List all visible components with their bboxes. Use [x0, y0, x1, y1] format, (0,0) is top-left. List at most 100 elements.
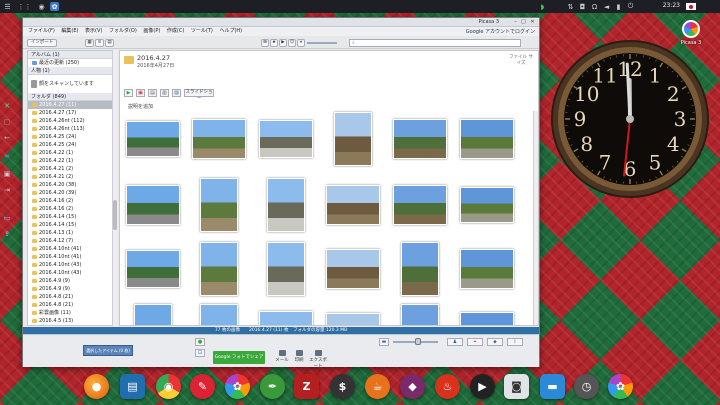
- photo-thumbnail[interactable]: [460, 119, 514, 159]
- filter-face-icon[interactable]: ☺: [288, 39, 296, 47]
- photo-thumbnail[interactable]: [134, 304, 172, 325]
- play-slideshow-icon[interactable]: ▶: [124, 89, 133, 97]
- screenshot-icon[interactable]: ◙: [504, 374, 529, 399]
- album-scrollbar[interactable]: [533, 111, 538, 325]
- maximize-icon[interactable]: □: [520, 19, 527, 25]
- google-signin-link[interactable]: Google アカウントでログイン: [466, 28, 535, 35]
- scrollbar-thumb[interactable]: [113, 200, 117, 230]
- sidebar-folder-item[interactable]: 2016.4.14 (15): [28, 213, 116, 221]
- upload-icon[interactable]: ▣: [136, 89, 145, 97]
- network-icon[interactable]: ⇅: [566, 2, 575, 11]
- sidebar-folder-item[interactable]: 2016.4.25 (24): [28, 141, 116, 149]
- files-icon[interactable]: ▤: [120, 374, 145, 399]
- japan-flag-icon[interactable]: [686, 3, 696, 10]
- fire-icon[interactable]: ♨: [435, 374, 460, 399]
- photo-thumbnail[interactable]: [401, 304, 439, 325]
- inkscape-icon[interactable]: ◆: [400, 374, 425, 399]
- photo-thumbnail[interactable]: [326, 185, 380, 225]
- terminal-icon[interactable]: $: [330, 374, 355, 399]
- photo-thumbnail[interactable]: [460, 312, 514, 325]
- grid-icon[interactable]: ⋮⋮: [18, 2, 32, 11]
- filter-geo-icon[interactable]: ⌖: [297, 39, 305, 47]
- minimize-icon[interactable]: –: [512, 19, 519, 25]
- photo-thumbnail[interactable]: [200, 178, 238, 232]
- menu-edit[interactable]: 編集(E): [61, 27, 78, 36]
- menu-create[interactable]: 作成(C): [167, 27, 184, 36]
- grid-view-icon[interactable]: ▦: [85, 39, 94, 47]
- pencil-icon[interactable]: ✎: [190, 374, 215, 399]
- photo-thumbnail[interactable]: [200, 242, 238, 296]
- sidebar-folder-item[interactable]: 2016.4.20 (38): [28, 181, 116, 189]
- zoom-out-icon[interactable]: ▬: [379, 338, 389, 346]
- location-icon[interactable]: ⌖: [467, 338, 483, 346]
- analog-clock-widget[interactable]: 1234567891011 12: [549, 38, 711, 200]
- menu-file[interactable]: ファイル(F): [28, 27, 55, 36]
- picasa-icon[interactable]: ✿: [608, 374, 633, 399]
- tag-icon[interactable]: ⬥: [487, 338, 503, 346]
- tray-selection[interactable]: 選択したアイテム (0 枚): [83, 345, 133, 356]
- add-description[interactable]: 説明を追加: [128, 103, 153, 110]
- sidebar-folder-item[interactable]: 2016.4.22 (1): [28, 149, 116, 157]
- doc-icon[interactable]: ▢: [3, 118, 11, 126]
- photo-thumbnail[interactable]: [460, 249, 514, 289]
- filter-slider[interactable]: [307, 42, 337, 44]
- album-title[interactable]: 2016.4.27: [137, 54, 170, 62]
- settings-icon[interactable]: ⇪: [3, 230, 11, 238]
- arrow-icon[interactable]: ✕: [3, 102, 11, 110]
- sidebar-folder-item[interactable]: 2016.4.10nt (43): [28, 261, 116, 269]
- filter-video-icon[interactable]: ▶: [279, 39, 287, 47]
- person-tag-icon[interactable]: ♟: [447, 338, 463, 346]
- photo-thumbnail[interactable]: [401, 242, 439, 296]
- info-icon[interactable]: i: [507, 338, 523, 346]
- photo-thumbnail[interactable]: [393, 185, 447, 225]
- photo-thumbnail[interactable]: [259, 311, 313, 325]
- sidebar-folder-item[interactable]: 2016.4.27 (17): [28, 109, 116, 117]
- photo-thumbnail[interactable]: [267, 178, 305, 232]
- sidebar-folder-item[interactable]: 2016.4.20 (39): [28, 189, 116, 197]
- clock-icon[interactable]: ◷: [574, 374, 599, 399]
- sidebar-folder-item[interactable]: 2016.4.8 (21): [28, 301, 116, 309]
- menu-picture[interactable]: 画像(P): [143, 27, 160, 36]
- panel-clock[interactable]: 23:23: [663, 2, 680, 9]
- monitor-icon[interactable]: ▭: [3, 214, 11, 222]
- photo-thumbnail[interactable]: [334, 112, 372, 166]
- folders-section[interactable]: フォルダ (849): [28, 93, 116, 101]
- media-player-icon[interactable]: ▶: [470, 374, 495, 399]
- desktop-icon[interactable]: ▬: [540, 374, 565, 399]
- glasses-icon[interactable]: ∞: [3, 152, 11, 160]
- clear-icon[interactable]: ⊡: [195, 349, 205, 357]
- albums-section[interactable]: アルバム (1): [28, 51, 116, 59]
- slideshow-button[interactable]: スライドショー: [184, 89, 214, 101]
- search-input[interactable]: ⌕: [349, 39, 521, 47]
- sidebar-folder-item[interactable]: 2016.4.21 (2): [28, 165, 116, 173]
- sidebar-folder-item[interactable]: 2016.4.13 (1): [28, 229, 116, 237]
- menu-view[interactable]: 表示(V): [85, 27, 102, 36]
- sidebar-folder-item[interactable]: 2016.4.5 (13): [28, 317, 116, 325]
- filter-star-icon[interactable]: ★: [270, 39, 278, 47]
- chrome-icon[interactable]: ◉: [156, 374, 181, 399]
- photo-thumbnail[interactable]: [259, 120, 313, 158]
- menu-folder[interactable]: フォルダ(O): [109, 27, 137, 36]
- sidebar-folder-item[interactable]: 2016.4.27 (11): [28, 101, 116, 109]
- list-view-icon[interactable]: ≡: [95, 39, 104, 47]
- collage-icon[interactable]: ▤: [148, 89, 157, 97]
- photo-thumbnail[interactable]: [326, 313, 380, 325]
- sidebar-folder-item[interactable]: 2016.4.26nt (112): [28, 117, 116, 125]
- rss-icon[interactable]: ◗: [538, 2, 547, 11]
- photo-thumbnail[interactable]: [393, 119, 447, 159]
- share-google-photos-button[interactable]: Google フォトでシェア: [213, 351, 265, 364]
- sidebar-people-scan[interactable]: 顔をスキャンしています: [28, 75, 116, 93]
- picasa-taskbar-icon[interactable]: ✿: [50, 2, 59, 11]
- people-section[interactable]: 人物 (1): [28, 67, 116, 75]
- sidebar-folder-item[interactable]: 2016.4.26nt (113): [28, 125, 116, 133]
- sidebar-folder-item[interactable]: 2016.4.8 (21): [28, 293, 116, 301]
- detail-view-icon[interactable]: ▤: [105, 39, 114, 47]
- photo-thumbnail[interactable]: [460, 187, 514, 223]
- photo-thumbnail[interactable]: [192, 119, 246, 159]
- chat-icon[interactable]: ◘: [578, 2, 587, 11]
- save-icon[interactable]: ▨: [172, 89, 181, 97]
- menu-tools[interactable]: ツール(T): [191, 27, 213, 36]
- sidebar-scrollbar[interactable]: [112, 50, 117, 326]
- logout-icon[interactable]: ⇥: [3, 186, 11, 194]
- sidebar-folder-item[interactable]: 2016.4.14 (15): [28, 221, 116, 229]
